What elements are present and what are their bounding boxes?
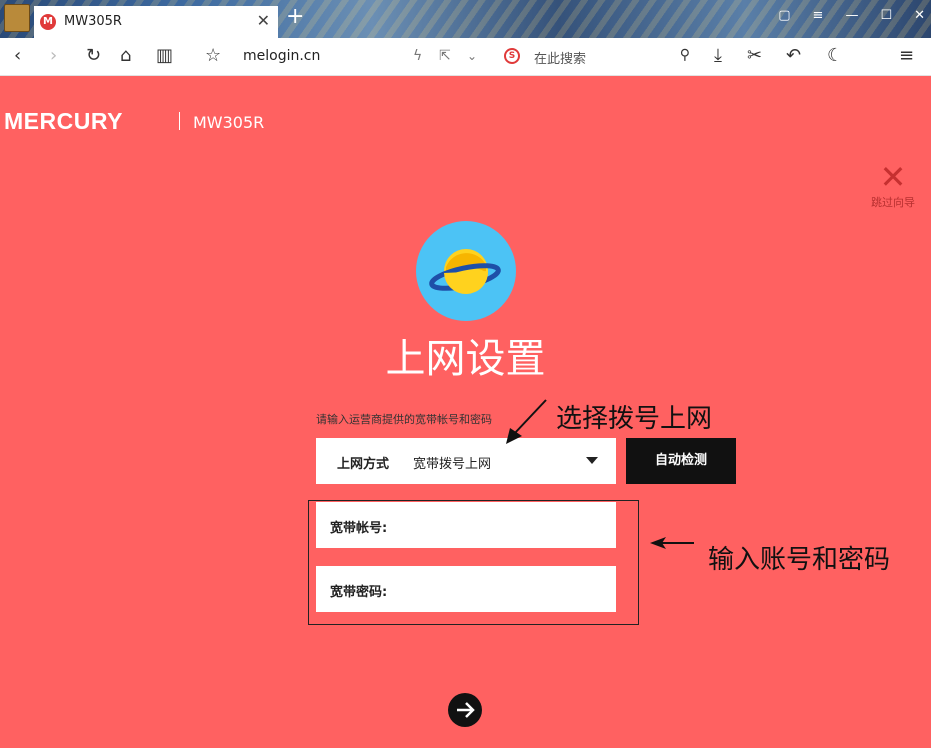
password-label: 宽带密码: [330, 585, 388, 600]
reader-icon[interactable]: ▥ [156, 46, 173, 66]
arrow-right-icon [457, 702, 475, 718]
auto-detect-button[interactable]: 自动检测 [626, 438, 736, 484]
forward-icon[interactable]: › [50, 46, 57, 66]
planet-icon [416, 221, 516, 321]
model-name: MW305R [193, 113, 265, 132]
tab-close-icon[interactable]: ✕ [257, 11, 270, 30]
annotation-select-dialup: 选择拨号上网 [556, 404, 713, 434]
back-icon[interactable]: ‹ [14, 46, 21, 66]
next-button[interactable] [448, 693, 482, 727]
annotation-arrow-left-icon [650, 537, 694, 549]
sogou-search-icon[interactable]: S [504, 48, 520, 64]
skin-icon[interactable]: ▢ [778, 8, 790, 23]
magnifier-icon[interactable]: ⚲ [680, 47, 690, 63]
brand-divider [179, 112, 180, 130]
caret-down-icon[interactable] [586, 457, 598, 464]
undo-icon[interactable]: ↶ [786, 46, 801, 66]
app-logo[interactable] [4, 4, 30, 32]
annotation-enter-credentials: 输入账号和密码 [708, 545, 891, 575]
skip-wizard-button[interactable]: ✕ 跳过向导 [866, 161, 920, 210]
password-field[interactable]: 宽带密码: [316, 566, 616, 612]
mercury-logo: MERCURY [4, 108, 123, 134]
connection-type-select[interactable]: 上网方式 宽带拨号上网 [316, 438, 616, 484]
download-icon[interactable]: ⤓ [714, 46, 722, 66]
search-box[interactable]: S 在此搜索 ⚲ [500, 44, 694, 70]
tab-title: MW305R [64, 14, 122, 29]
skip-wizard-label: 跳过向导 [871, 196, 915, 209]
lightning-icon[interactable]: ϟ [413, 46, 422, 66]
close-window-icon[interactable]: ✕ [914, 8, 925, 23]
hamburger-menu-icon[interactable]: ≡ [899, 46, 914, 66]
search-input[interactable]: 在此搜索 [534, 48, 586, 67]
connection-type-value[interactable]: 宽带拨号上网 [413, 453, 491, 472]
account-field[interactable]: 宽带帐号: [316, 502, 616, 548]
hint-text: 请输入运营商提供的宽带帐号和密码 [316, 413, 492, 426]
minimize-icon[interactable]: — [845, 8, 858, 23]
address-bar[interactable]: melogin.cn [243, 48, 320, 64]
bookmark-star-icon[interactable]: ☆ [205, 46, 221, 66]
new-tab-icon[interactable]: + [286, 4, 304, 29]
site-favicon-icon: M [40, 14, 56, 30]
close-icon[interactable]: ✕ [866, 161, 920, 193]
tab-mw305r[interactable]: M MW305R ✕ [34, 6, 278, 38]
scissors-icon[interactable]: ✂ [747, 46, 762, 66]
maximize-icon[interactable]: ☐ [880, 8, 892, 23]
connection-type-label: 上网方式 [337, 457, 390, 472]
menu-icon[interactable]: ≡ [813, 8, 824, 23]
page-title: 上网设置 [385, 336, 546, 382]
night-mode-icon[interactable]: ☾ [827, 46, 843, 66]
chevron-down-icon[interactable]: ⌄ [467, 46, 477, 66]
account-label: 宽带帐号: [330, 521, 388, 536]
share-icon[interactable]: ⇱ [439, 46, 451, 66]
reload-icon[interactable]: ↻ [86, 46, 101, 66]
home-icon[interactable]: ⌂ [120, 46, 131, 66]
annotation-arrow-icon [506, 399, 547, 444]
navigation-bar: ‹ › ↻ ⌂ ▥ ☆ melogin.cn ϟ ⇱ ⌄ S 在此搜索 ⚲ ⤓ … [0, 38, 931, 76]
